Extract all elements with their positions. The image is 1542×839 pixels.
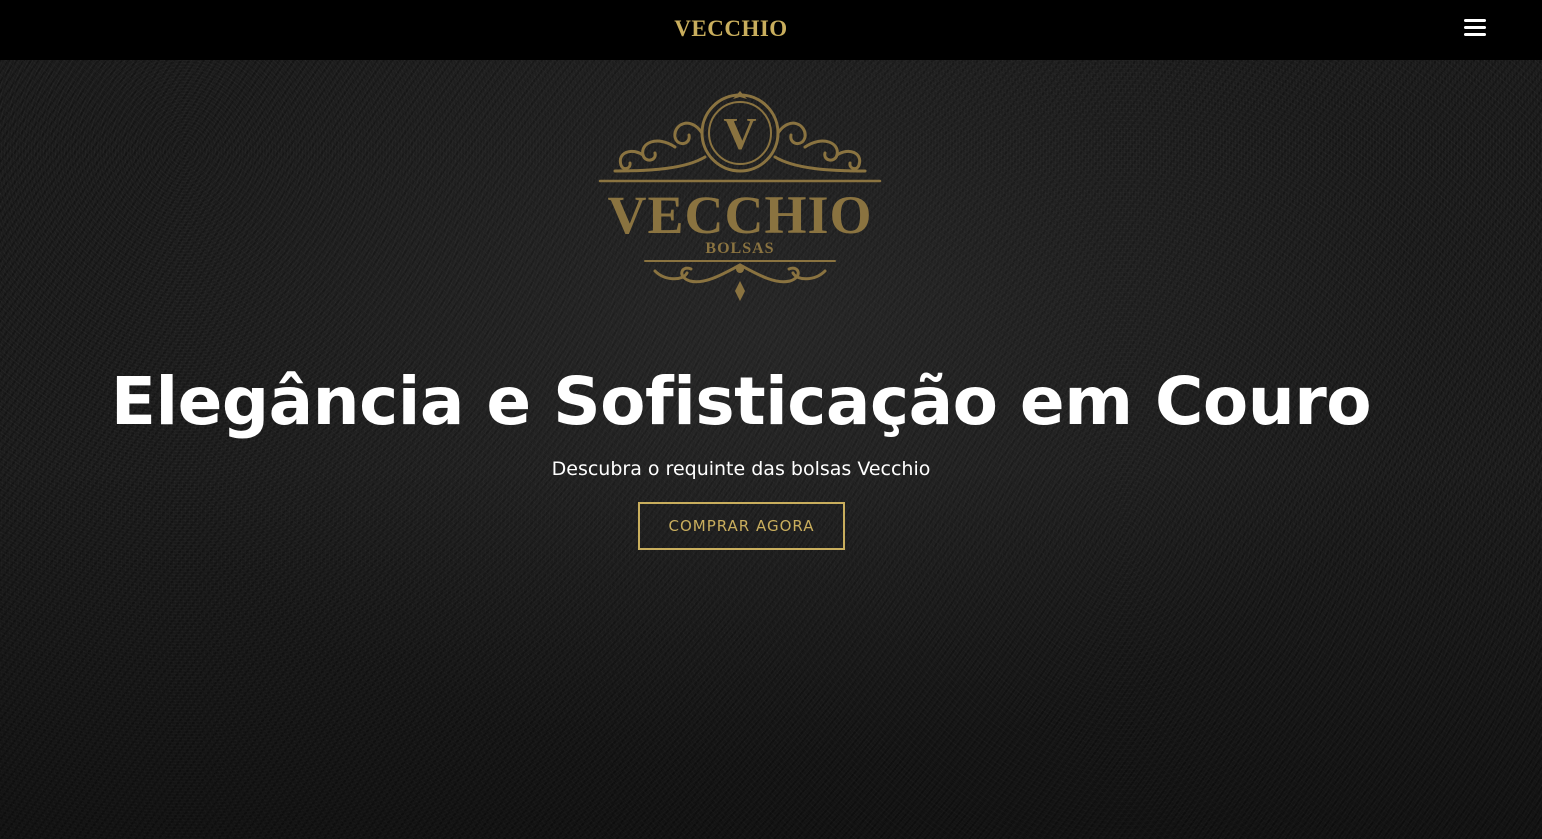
crest-name: VECCHIO bbox=[607, 185, 872, 245]
menu-bar bbox=[1464, 26, 1486, 29]
shop-now-button[interactable]: COMPRAR AGORA bbox=[638, 502, 845, 550]
hero-headline: Elegância e Sofisticação em Couro bbox=[110, 363, 1372, 440]
hero-section: V VECCHIO BOLSAS Elegância e Sofisticaçã… bbox=[0, 60, 1542, 839]
menu-bar bbox=[1464, 33, 1486, 36]
crest-monogram: V bbox=[723, 108, 756, 159]
brand-logo-text[interactable]: VECCHIO bbox=[0, 0, 1462, 60]
hero-subheadline: Descubra o requinte das bolsas Vecchio bbox=[551, 458, 931, 480]
menu-bar bbox=[1464, 19, 1486, 22]
crest-tagline: BOLSAS bbox=[705, 240, 774, 257]
page: VECCHIO V VECCHIO BOLSAS Elegância e Sof… bbox=[0, 0, 1542, 839]
hamburger-menu-icon[interactable] bbox=[1461, 16, 1489, 42]
vecchio-crest-logo: V VECCHIO BOLSAS bbox=[598, 91, 882, 301]
top-navbar: VECCHIO bbox=[0, 0, 1542, 60]
